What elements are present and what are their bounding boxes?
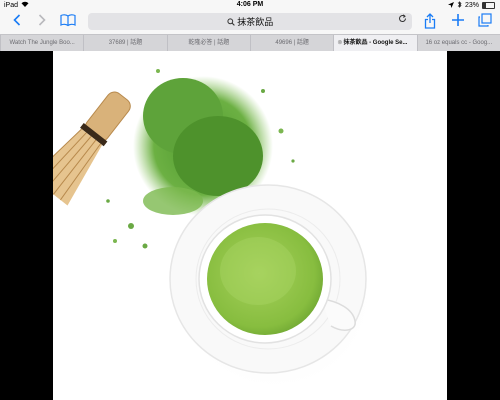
tab-label: 49696 | 話題 bbox=[275, 40, 309, 46]
tab-item[interactable]: 49696 | 話題 bbox=[249, 35, 333, 51]
status-bar: iPad 4:06 PM 23% bbox=[0, 0, 500, 11]
tabs-icon bbox=[478, 13, 492, 27]
bluetooth-icon bbox=[457, 1, 462, 10]
tab-label: Watch The Jungle Boo... bbox=[9, 40, 75, 46]
chevron-right-icon bbox=[38, 14, 46, 26]
page-content bbox=[0, 51, 500, 400]
bookmarks-button[interactable] bbox=[60, 13, 76, 32]
status-right: 23% bbox=[447, 1, 495, 10]
location-icon bbox=[447, 1, 454, 10]
tab-bar: Watch The Jungle Boo... 37689 | 話題 乾隆必答 … bbox=[0, 34, 500, 52]
tab-label: 乾隆必答 | 話題 bbox=[188, 40, 230, 46]
tab-label: 抹茶飲品 - Google Se... bbox=[343, 40, 408, 46]
reload-icon[interactable] bbox=[398, 14, 407, 26]
search-icon bbox=[227, 18, 235, 26]
address-bar[interactable]: 抹茶飲品 bbox=[88, 13, 412, 30]
tab-item[interactable]: Watch The Jungle Boo... bbox=[0, 35, 83, 51]
forward-button[interactable] bbox=[37, 13, 47, 32]
chevron-left-icon bbox=[13, 14, 21, 26]
new-tab-button[interactable] bbox=[451, 13, 465, 32]
book-icon bbox=[60, 14, 76, 27]
matcha-image[interactable] bbox=[53, 51, 447, 400]
tabs-button[interactable] bbox=[478, 13, 492, 32]
back-button[interactable] bbox=[12, 13, 22, 32]
matcha-illustration bbox=[53, 69, 375, 392]
battery-percent: 23% bbox=[464, 2, 479, 9]
status-time: 4:06 PM bbox=[236, 1, 264, 8]
share-button[interactable] bbox=[424, 13, 436, 34]
address-text: 抹茶飲品 bbox=[88, 15, 412, 28]
close-tab-icon[interactable]: ⊗ bbox=[337, 35, 342, 51]
address-query: 抹茶飲品 bbox=[237, 17, 274, 27]
tab-item[interactable]: 37689 | 話題 bbox=[83, 35, 166, 51]
tab-label: 16 oz equals cc - Goog... bbox=[425, 40, 493, 46]
tab-item-active[interactable]: ⊗ 抹茶飲品 - Google Se... bbox=[333, 35, 417, 51]
tab-label: 37689 | 話題 bbox=[108, 40, 143, 46]
tab-item[interactable]: 乾隆必答 | 話題 bbox=[166, 35, 250, 51]
browser-toolbar: 抹茶飲品 bbox=[0, 11, 500, 34]
bamboo-whisk bbox=[53, 91, 131, 206]
battery-icon bbox=[482, 2, 495, 9]
tab-item[interactable]: 16 oz equals cc - Goog... bbox=[416, 35, 500, 51]
share-icon bbox=[424, 13, 436, 29]
plus-icon bbox=[452, 14, 464, 26]
